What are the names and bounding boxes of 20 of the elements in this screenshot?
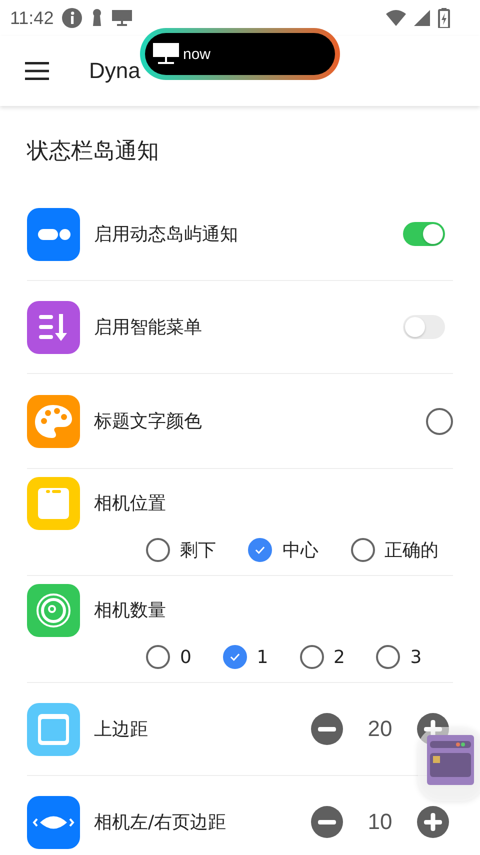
stepper-value: 20 bbox=[366, 716, 394, 742]
setting-label: 相机位置 bbox=[94, 492, 166, 515]
status-time: 11:42 bbox=[10, 8, 54, 28]
radio-label: 剩下 bbox=[180, 539, 216, 562]
app-title: Dyna bbox=[89, 58, 140, 84]
setting-label: 上边距 bbox=[94, 718, 148, 741]
setting-label: 启用动态岛屿通知 bbox=[94, 223, 238, 246]
section-title: 状态栏岛通知 bbox=[27, 138, 160, 166]
setting-label: 启用智能菜单 bbox=[94, 316, 202, 339]
radio-label: 正确的 bbox=[384, 539, 439, 562]
setting-label: 相机左/右页边距 bbox=[94, 811, 226, 834]
radio-label: 1 bbox=[256, 646, 268, 668]
radio-label: 3 bbox=[410, 646, 422, 668]
radio-label: 0 bbox=[180, 646, 192, 668]
stepper-value: 10 bbox=[366, 809, 394, 835]
setting-label: 标题文字颜色 bbox=[94, 410, 202, 433]
radio-label: 中心 bbox=[282, 539, 318, 562]
setting-label: 相机数量 bbox=[94, 599, 166, 622]
radio-label: 2 bbox=[334, 646, 345, 668]
island-text: now bbox=[183, 46, 211, 62]
